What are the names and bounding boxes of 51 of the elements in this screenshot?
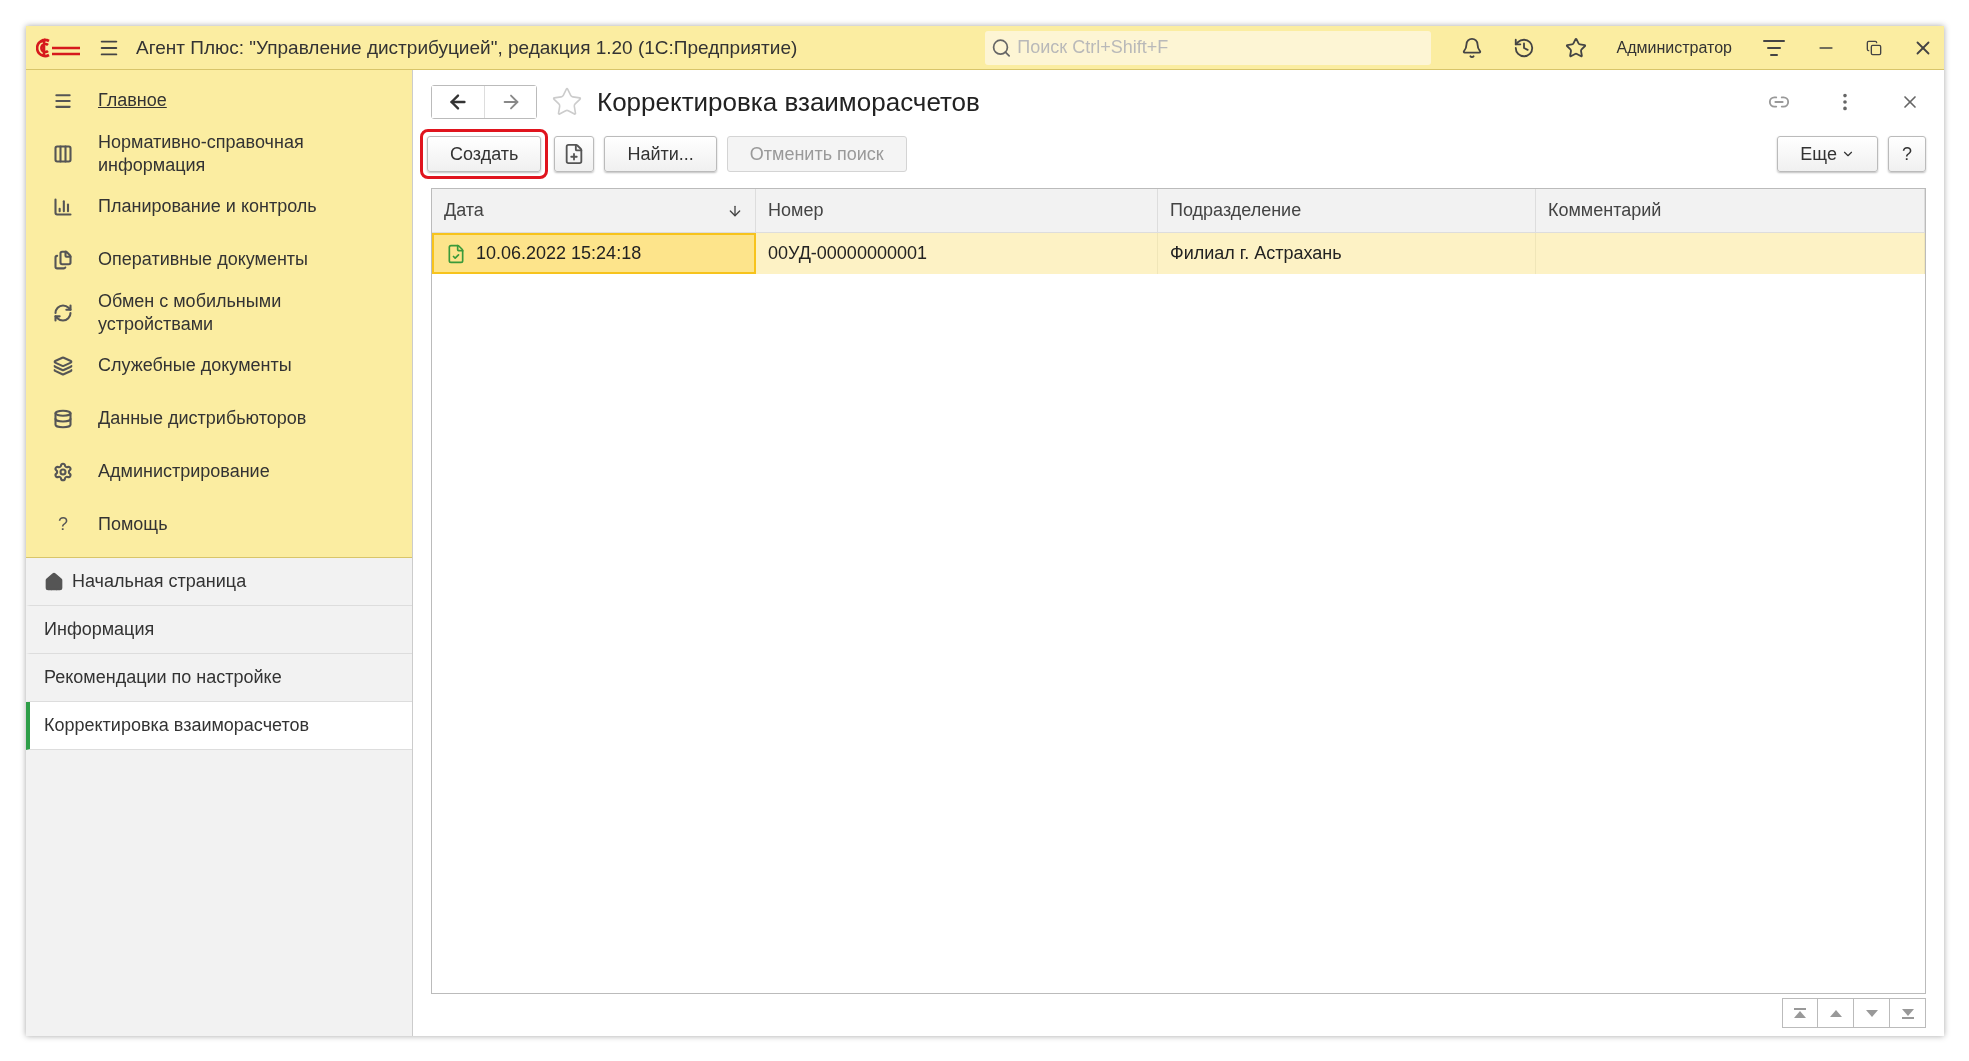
add-copy-button[interactable] [554, 136, 595, 172]
section-link[interactable]: Служебные документы [26, 339, 412, 392]
section-link[interactable]: Данные дистрибьюторов [26, 392, 412, 445]
home-icon [44, 571, 64, 592]
to-bottom-icon [1900, 1007, 1915, 1019]
settings-icon [52, 461, 74, 482]
user-name[interactable]: Администратор [1616, 38, 1732, 57]
layers-icon [52, 355, 74, 376]
table-cell: Филиал г. Астрахань [1158, 233, 1536, 274]
help-glyph: ? [57, 513, 69, 536]
window-title: Агент Плюс: "Управление дистрибуцией", редакция 1.20 (1С:Предприятие) [136, 36, 799, 59]
open-page-tab[interactable]: Корректировка взаиморасчетов [26, 702, 412, 750]
star-icon[interactable] [1564, 36, 1587, 59]
section-link[interactable]: Обмен с мобильными устройствами [26, 286, 412, 339]
page-up-button[interactable] [1818, 998, 1854, 1028]
toolbar-button[interactable]: Найти... [604, 136, 717, 172]
bell-icon[interactable] [1460, 36, 1483, 59]
table-row[interactable]: 10.06.2022 15:24:18 00УД-00000000001 Филиал г. Астрахань [432, 233, 1925, 274]
more-button[interactable]: Еще [1777, 136, 1878, 172]
section-link[interactable]: Нормативно-справочная информация [26, 127, 412, 180]
history-icon[interactable] [1512, 36, 1535, 59]
triangle-down-icon [1864, 1007, 1879, 1019]
last-page-button[interactable] [1890, 998, 1926, 1028]
help-button[interactable]: ? [1888, 136, 1926, 172]
documents-icon [52, 249, 74, 270]
column-header[interactable]: Номер [756, 189, 1158, 233]
section-link[interactable]: Планирование и контроль [26, 180, 412, 233]
search-field[interactable]: Поиск Ctrl+Shift+F [984, 30, 1431, 65]
page-down-button[interactable] [1854, 998, 1890, 1028]
star-icon[interactable] [551, 86, 583, 118]
logo-icon [36, 35, 82, 60]
columns-icon [52, 143, 74, 164]
restore-icon[interactable] [1866, 39, 1882, 56]
section-link[interactable]: Администрирование [26, 445, 412, 498]
form-title: Корректировка взаиморасчетов [597, 86, 981, 118]
to-top-icon [1793, 1007, 1807, 1019]
database-icon [52, 408, 74, 429]
refresh-icon [52, 302, 74, 323]
table-cell: 10.06.2022 15:24:18 [432, 233, 756, 274]
section-link[interactable]: ? Помощь [26, 498, 412, 551]
section-link[interactable]: Главное [26, 74, 412, 127]
search-input[interactable]: Поиск Ctrl+Shift+F [1015, 36, 1425, 59]
section-link[interactable]: Оперативные документы [26, 233, 412, 286]
column-header[interactable]: Дата [432, 189, 756, 233]
search-icon [990, 36, 1012, 59]
bar-chart-icon [52, 196, 74, 217]
first-page-button[interactable] [1782, 998, 1818, 1028]
column-header[interactable]: Подразделение [1158, 189, 1536, 233]
column-header[interactable]: Комментарий [1536, 189, 1925, 233]
toolbar-button[interactable]: Создать [427, 136, 542, 172]
table-cell: 00УД-00000000001 [756, 233, 1158, 274]
